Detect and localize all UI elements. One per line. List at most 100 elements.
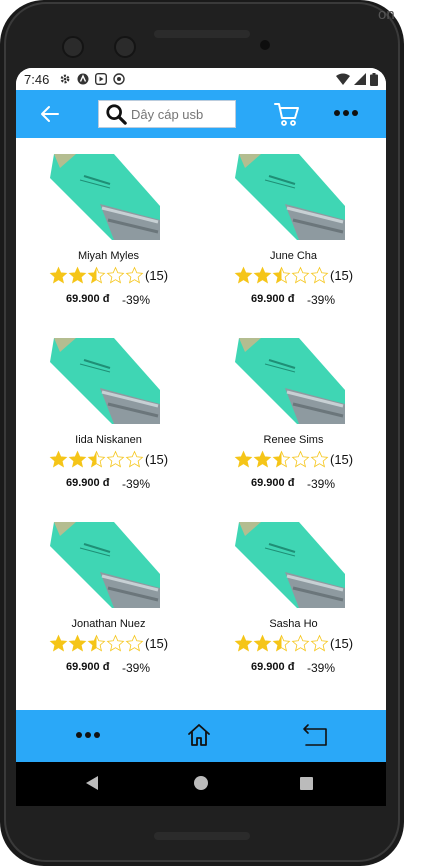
rating-count: (15) — [330, 636, 354, 651]
product-price: 69.900 đ — [66, 661, 110, 673]
product-discount: -39% — [307, 661, 336, 675]
product-card[interactable]: Iida Niskanen (15) 69.900 đ -39% — [16, 322, 201, 506]
product-name[interactable]: Renee Sims — [201, 434, 386, 446]
rating-count: (15) — [330, 268, 354, 283]
home-icon[interactable] — [186, 722, 212, 748]
product-image[interactable] — [40, 338, 160, 424]
star-icon — [106, 450, 125, 468]
star-icon — [253, 450, 272, 468]
rating-count: (15) — [145, 452, 169, 467]
product-image[interactable] — [225, 154, 345, 240]
star-icon — [291, 634, 310, 652]
star-icon — [291, 450, 310, 468]
proximity-sensor — [260, 40, 270, 50]
system-home-icon[interactable] — [194, 776, 208, 790]
vpn-icon — [77, 73, 89, 85]
more-icon[interactable] — [76, 732, 100, 738]
star-icon — [68, 450, 87, 468]
back-icon[interactable] — [302, 722, 328, 748]
status-bar: 7:46 — [16, 68, 386, 90]
product-image[interactable] — [40, 522, 160, 608]
product-discount: -39% — [122, 293, 151, 307]
back-arrow-icon[interactable] — [38, 102, 62, 126]
search-box[interactable] — [98, 100, 236, 128]
system-back-icon[interactable] — [86, 776, 98, 790]
earpiece-speaker — [154, 30, 250, 38]
product-image[interactable] — [225, 522, 345, 608]
star-icon — [234, 266, 253, 284]
star-icon — [310, 634, 329, 652]
star-icon — [234, 634, 253, 652]
bottom-speaker — [154, 832, 250, 840]
star-icon — [87, 634, 106, 652]
product-image[interactable] — [40, 154, 160, 240]
star-icon — [253, 634, 272, 652]
status-time: 7:46 — [24, 71, 50, 87]
battery-icon — [370, 72, 378, 86]
side-text: on — [378, 6, 395, 23]
product-price: 69.900 đ — [66, 477, 110, 489]
signal-icon — [354, 73, 366, 85]
gear-icon — [60, 74, 70, 84]
star-icon — [87, 450, 106, 468]
product-discount: -39% — [307, 293, 336, 307]
play-icon — [95, 73, 108, 85]
product-price: 69.900 đ — [66, 293, 110, 305]
product-name[interactable]: Sasha Ho — [201, 618, 386, 630]
star-icon — [68, 266, 87, 284]
search-input[interactable] — [131, 106, 231, 122]
star-icon — [125, 266, 144, 284]
star-icon — [272, 266, 291, 284]
app-screen: 7:46 Miyah Myles(15)69.900 đ-39%June Cha… — [16, 68, 386, 806]
star-icon — [87, 266, 106, 284]
star-icon — [106, 634, 125, 652]
product-card[interactable]: Sasha Ho (15) 69.900 đ -39% — [201, 506, 386, 690]
rating-count: (15) — [145, 268, 169, 283]
system-nav-bar — [16, 762, 386, 806]
product-discount: -39% — [122, 477, 151, 491]
star-icon — [49, 634, 68, 652]
front-camera-icon — [62, 36, 84, 58]
product-name[interactable]: Miyah Myles — [16, 250, 201, 262]
rating-count: (15) — [330, 452, 354, 467]
star-icon — [125, 450, 144, 468]
more-icon[interactable] — [334, 103, 358, 123]
product-rating: (15) — [49, 266, 168, 285]
search-icon[interactable] — [105, 103, 127, 125]
star-icon — [106, 266, 125, 284]
wifi-icon — [336, 73, 350, 85]
rating-count: (15) — [145, 636, 169, 651]
sync-icon — [113, 73, 126, 85]
star-icon — [125, 634, 144, 652]
status-right-icons — [336, 72, 378, 86]
system-recent-apps-icon[interactable] — [300, 777, 313, 790]
product-price: 69.900 đ — [251, 293, 295, 305]
product-rating: (15) — [234, 266, 353, 285]
bottom-nav — [16, 710, 386, 762]
product-image[interactable] — [225, 338, 345, 424]
product-card[interactable]: Jonathan Nuez (15) 69.900 đ -39% — [16, 506, 201, 690]
star-icon — [49, 266, 68, 284]
star-icon — [272, 634, 291, 652]
product-name[interactable]: Jonathan Nuez — [16, 618, 201, 630]
product-rating: (15) — [49, 634, 168, 653]
product-discount: -39% — [122, 661, 151, 675]
product-price: 69.900 đ — [251, 477, 295, 489]
product-name[interactable]: Iida Niskanen — [16, 434, 201, 446]
star-icon — [310, 266, 329, 284]
cart-icon[interactable] — [274, 101, 300, 127]
product-card[interactable]: June Cha (15) 69.900 đ -39% — [201, 138, 386, 322]
product-card[interactable]: Renee Sims (15) 69.900 đ -39% — [201, 322, 386, 506]
star-icon — [272, 450, 291, 468]
product-card[interactable]: Miyah Myles (15) 69.900 đ -39% — [16, 138, 201, 322]
product-name[interactable]: June Cha — [201, 250, 386, 262]
star-icon — [68, 634, 87, 652]
product-price: 69.900 đ — [251, 661, 295, 673]
star-icon — [49, 450, 68, 468]
product-rating: (15) — [234, 634, 353, 653]
phone-frame: 7:46 Miyah Myles(15)69.900 đ-39%June Cha… — [0, 0, 404, 866]
product-rating: (15) — [234, 450, 353, 469]
front-sensor-icon — [114, 36, 136, 58]
star-icon — [253, 266, 272, 284]
product-discount: -39% — [307, 477, 336, 491]
